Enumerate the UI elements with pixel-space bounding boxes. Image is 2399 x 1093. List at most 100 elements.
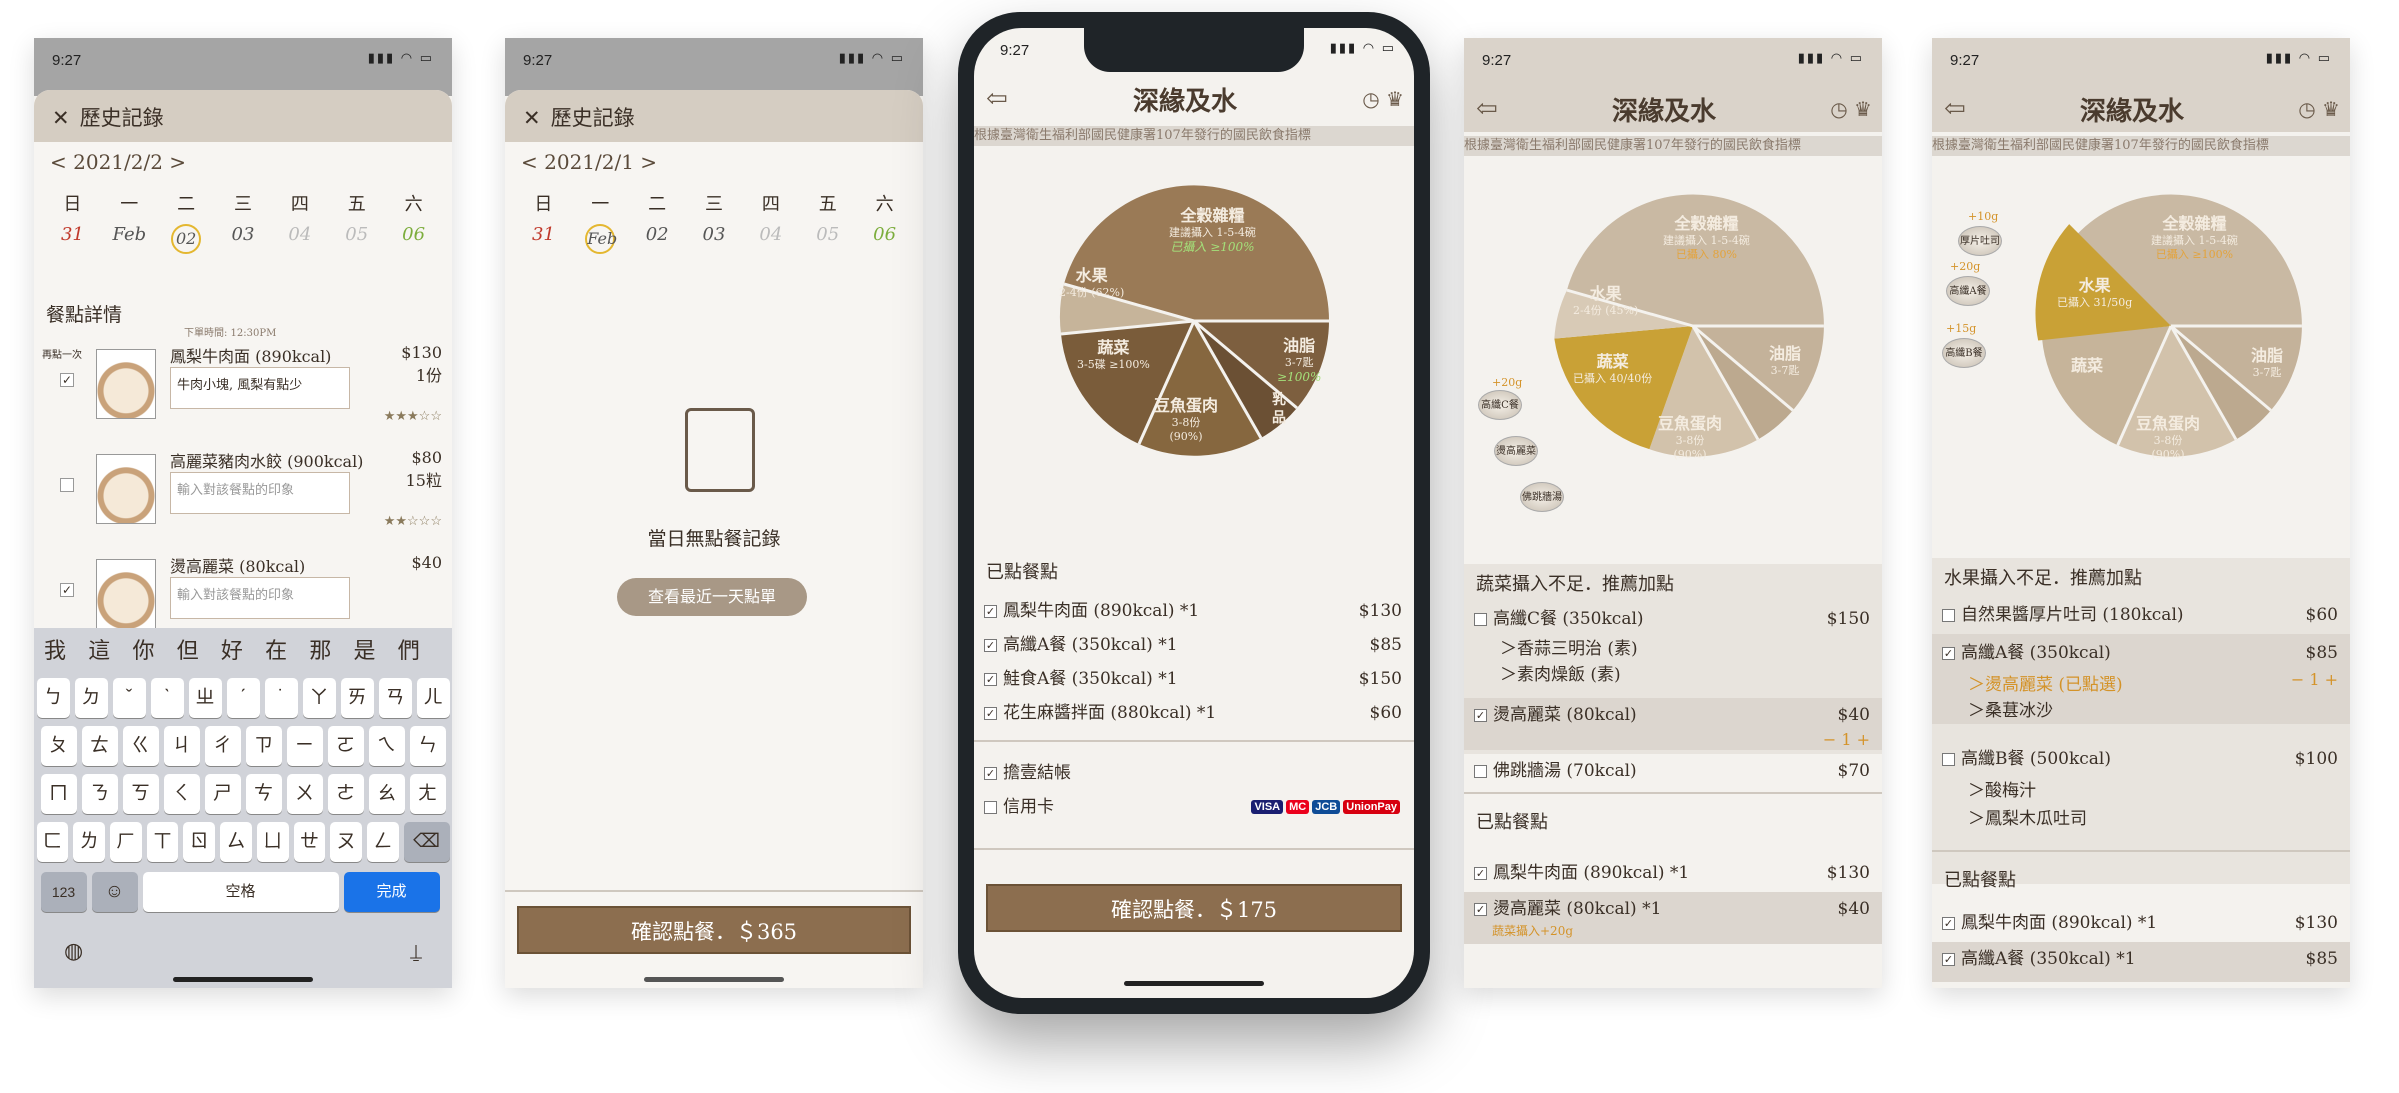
key[interactable]: ㄩ [256,822,289,862]
selected-day[interactable]: 02 [171,224,202,254]
rating-stars[interactable]: ★★☆☆☆ [384,514,442,529]
key[interactable]: ㄓ [188,678,222,718]
key[interactable]: ㄣ [409,726,446,766]
calendar-day[interactable]: 05 [328,224,385,254]
candidate[interactable]: 這 [88,633,132,665]
key[interactable]: ㄍ [122,726,159,766]
key[interactable]: ㄟ [368,726,405,766]
key[interactable]: ㄜ [327,774,364,814]
key[interactable]: ㄌ [73,822,105,862]
key[interactable]: ㄊ [81,726,118,766]
quantity-stepper[interactable]: − 1 + [1823,730,1870,749]
key[interactable]: ㄨ [286,774,323,814]
addon-chip[interactable]: 佛跳牆湯 [1520,482,1564,512]
key[interactable]: ㄠ [368,774,405,814]
key[interactable]: ㄖ [183,822,216,862]
date-navigator[interactable]: < 2021/2/2 > [50,150,186,174]
key[interactable]: ㄕ [204,774,241,814]
close-icon[interactable]: ✕ [52,106,70,130]
key[interactable]: ˙ [264,678,298,718]
key[interactable]: ㄡ [330,822,362,862]
microphone-icon[interactable]: ⍊ [410,941,422,964]
recommend-item[interactable]: 高纖B餐 (500kcal) $100 [1942,744,2338,774]
addon-chip[interactable]: 燙高麗菜 [1494,436,1538,466]
key[interactable]: ㄎ [122,774,159,814]
key[interactable]: ㄗ [245,726,282,766]
key[interactable]: ㄐ [163,726,200,766]
recommend-item[interactable]: ✓ 燙高麗菜 (80kcal) $40 [1474,700,1870,730]
calendar-day[interactable]: 04 [271,224,328,254]
calendar-day[interactable]: 02 [158,224,215,254]
confirm-order-button[interactable]: 確認點餐．＄175 [986,884,1402,932]
pay-counter-option[interactable]: ✓ 擔壹結帳 [984,758,1402,788]
back-arrow-icon[interactable]: ⇦ [1944,94,1966,124]
done-key[interactable]: 完成 [343,872,440,912]
candidate[interactable]: 但 [177,633,221,665]
calendar-day[interactable]: 04 [742,224,799,254]
key[interactable]: ˋ [150,678,184,718]
key[interactable]: ㄝ [293,822,326,862]
globe-icon[interactable]: ◍ [64,938,83,964]
space-key[interactable]: 空格 [142,872,339,912]
close-icon[interactable]: ✕ [523,106,541,130]
key[interactable]: ㄞ [340,678,374,718]
note-input[interactable]: 牛肉小塊, 風梨有點少 [170,367,350,409]
key[interactable]: ㄔ [204,726,241,766]
addon-chip[interactable]: 高纖B餐 [1942,338,1986,368]
key[interactable]: ˇ [112,678,146,718]
calendar-day[interactable]: Feb [572,224,629,254]
note-input[interactable]: 輸入對該餐點的印象 [170,577,350,619]
addon-chip[interactable]: 高纖A餐 [1946,276,1990,306]
history-and-crown-icons[interactable]: ◷ ♛ [1830,97,1872,121]
delete-key[interactable]: ⌫ [403,822,450,862]
key[interactable]: ㄈ [36,822,69,862]
checkbox[interactable] [60,478,74,492]
history-and-crown-icons[interactable]: ◷ ♛ [1362,87,1404,111]
checkbox[interactable]: ✓ [60,583,74,597]
calendar-day[interactable]: 02 [629,224,686,254]
back-arrow-icon[interactable]: ⇦ [986,84,1008,114]
calendar-day[interactable]: Feb [101,224,158,254]
calendar-day[interactable]: 03 [686,224,743,254]
candidate[interactable]: 我 [44,633,88,665]
rating-stars[interactable]: ★★★☆☆ [384,409,442,424]
key[interactable]: ㄧ [286,726,323,766]
key[interactable]: ㄥ [366,822,399,862]
calendar-day[interactable]: 31 [44,224,101,254]
calendar-day[interactable]: 03 [215,224,272,254]
recommend-item[interactable]: 高纖C餐 (350kcal) $150 [1474,604,1870,634]
key[interactable]: ㄒ [146,822,179,862]
key[interactable]: ㄉ [74,678,108,718]
key[interactable]: ㄛ [327,726,364,766]
key[interactable]: ㄋ [81,774,118,814]
key[interactable]: ㄆ [40,726,77,766]
candidate[interactable]: 在 [265,633,309,665]
calendar-day[interactable]: 06 [385,224,442,254]
key[interactable]: ㄏ [109,822,142,862]
calendar-day[interactable]: 06 [856,224,913,254]
quantity-stepper[interactable]: − 1 + [2291,670,2338,689]
numbers-key[interactable]: 123 [40,872,87,912]
candidate[interactable]: 那 [309,633,353,665]
date-navigator[interactable]: < 2021/2/1 > [521,150,657,174]
key[interactable]: ㄑ [163,774,200,814]
candidate[interactable]: 是 [354,633,398,665]
key[interactable]: ㄚ [302,678,336,718]
back-arrow-icon[interactable]: ⇦ [1476,94,1498,124]
candidate[interactable]: 好 [221,633,265,665]
key[interactable]: ㄦ [416,678,450,718]
candidate[interactable]: 你 [132,633,176,665]
addon-chip[interactable]: 高纖C餐 [1478,390,1522,420]
key[interactable]: ㄢ [378,678,412,718]
note-input[interactable]: 輸入對該餐點的印象 [170,472,350,514]
key[interactable]: ㄘ [245,774,282,814]
history-and-crown-icons[interactable]: ◷ ♛ [2298,97,2340,121]
key[interactable]: ㄅ [36,678,70,718]
key[interactable]: ㄇ [40,774,77,814]
recommend-item[interactable]: 自然果醬厚片吐司 (180kcal) $60 [1942,600,2338,630]
recommend-item[interactable]: ✓ 高纖A餐 (350kcal) $85 [1942,638,2338,668]
calendar-day[interactable]: 31 [515,224,572,254]
checkbox[interactable]: ✓ [60,373,74,387]
recommend-item[interactable]: 佛跳牆湯 (70kcal) $70 [1474,756,1870,786]
selected-day[interactable]: Feb [585,224,617,254]
